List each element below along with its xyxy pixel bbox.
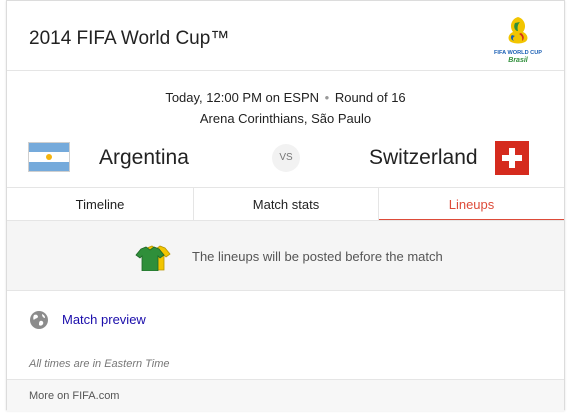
match-round: Round of 16 (334, 90, 406, 105)
tab-lineups[interactable]: Lineups (379, 188, 564, 221)
argentina-flag-icon[interactable] (28, 142, 70, 172)
jerseys-icon (135, 245, 171, 271)
home-team-name[interactable]: Argentina (99, 146, 189, 170)
lineups-message: The lineups will be posted before the ma… (192, 249, 443, 264)
match-preview-link[interactable]: Match preview (62, 312, 146, 327)
match-venue: Arena Corinthians, São Paulo (199, 111, 372, 126)
match-card: 2014 FIFA World Cup™ FIFA WORLD CUP Bras… (6, 0, 565, 411)
globe-icon (30, 311, 48, 329)
match-time: Today, 12:00 PM on ESPN (165, 90, 320, 105)
match-time-row: Today, 12:00 PM on ESPN • Round of 16 (7, 90, 564, 105)
card-footer: More on FIFA.com (7, 379, 564, 411)
logo-line1: FIFA WORLD CUP (494, 50, 542, 56)
tab-match-stats[interactable]: Match stats (194, 188, 379, 221)
lineups-panel: The lineups will be posted before the ma… (7, 220, 564, 291)
tab-timeline[interactable]: Timeline (7, 188, 194, 221)
card-title: 2014 FIFA World Cup™ (29, 28, 230, 49)
switzerland-flag-icon[interactable] (495, 141, 529, 175)
separator: • (324, 90, 330, 105)
more-on-fifa-link[interactable]: More on FIFA.com (29, 390, 119, 402)
card-header: 2014 FIFA World Cup™ FIFA WORLD CUP Bras… (7, 1, 564, 71)
timezone-note: All times are in Eastern Time (29, 358, 170, 370)
match-tabs: Timeline Match stats Lineups (7, 187, 564, 221)
fifa-world-cup-2014-logo-icon: FIFA WORLD CUP Brasil (494, 17, 542, 64)
away-team-name[interactable]: Switzerland (369, 146, 478, 170)
logo-line2: Brasil (508, 57, 529, 64)
vs-badge: VS (272, 144, 300, 172)
